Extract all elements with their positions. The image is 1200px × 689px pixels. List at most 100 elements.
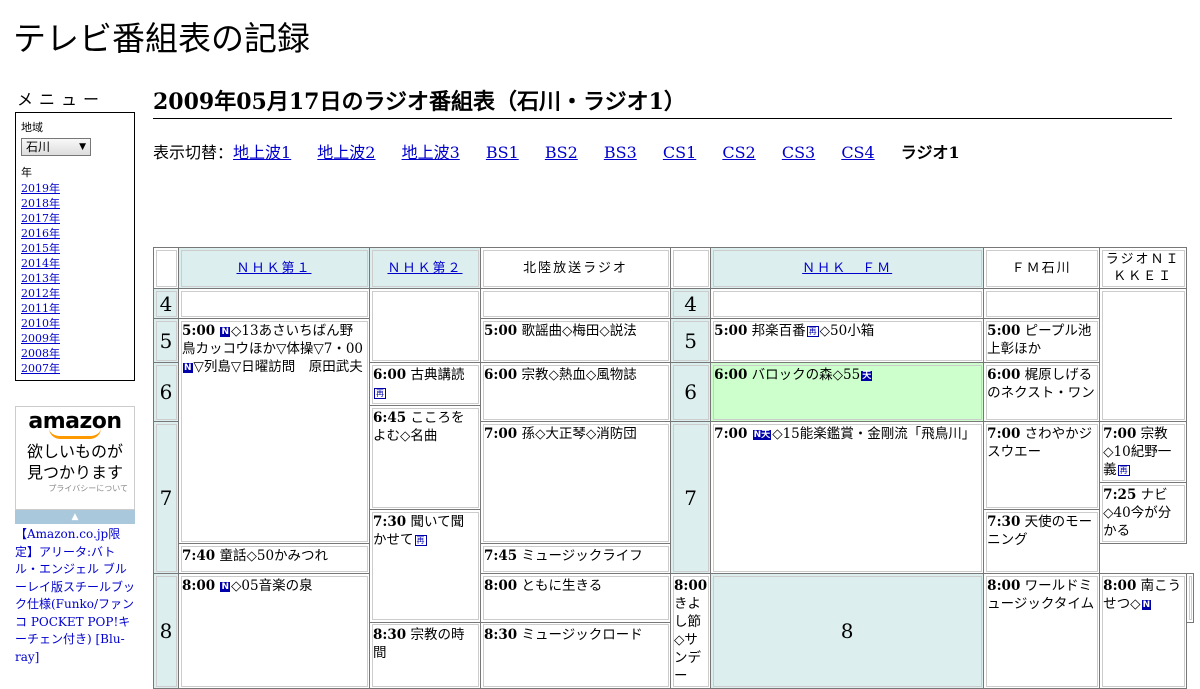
ad-product-link[interactable]: 【Amazon.co.jp限定】アリータ:バトル・エンジェル ブルーレイ版スチー… — [15, 526, 135, 666]
region-label: 地域 — [21, 121, 43, 134]
hour-cell-7: 7 — [153, 421, 179, 574]
ad-collapse-bar[interactable]: ▲ — [15, 510, 135, 524]
program-title: ミュージックロード — [521, 626, 643, 643]
program-cell[interactable]: 5:00 ピープル池上彰ほか — [983, 318, 1101, 363]
ad-tagline-1: 欲しいものが — [26, 442, 123, 461]
amazon-banner[interactable]: amazon 欲しいものが 見つかります プライバシーについて — [15, 406, 135, 510]
hour-cell-6: 6 — [153, 362, 179, 422]
year-list: 2019年 2018年 2017年 2016年 2015年 2014年 2013… — [21, 181, 134, 376]
channel-header-nhk2: ＮＨＫ第２ — [369, 247, 481, 289]
program-time: 6:00 — [484, 367, 518, 383]
program-title: ◇15能楽鑑賞・金剛流「飛鳥川」 — [772, 426, 976, 442]
program-cell[interactable]: 7:30 聞いて聞かせて再 — [369, 509, 481, 623]
year-link-2013[interactable]: 2013年 — [21, 271, 134, 286]
program-cell[interactable]: 7:25 ナビ◇40今が分かる — [1099, 482, 1188, 544]
switch-link-terrestrial-2[interactable]: 地上波2 — [317, 143, 375, 162]
switch-link-cs2[interactable]: CS2 — [722, 143, 755, 162]
rerun-icon: 再 — [806, 326, 819, 337]
program-time: 5:00 — [484, 323, 518, 339]
year-link-2017[interactable]: 2017年 — [21, 211, 134, 226]
hour-cell-5-right: 5 — [669, 318, 712, 363]
channel-link-nhk1[interactable]: ＮＨＫ第１ — [236, 261, 311, 276]
switch-link-bs2[interactable]: BS2 — [545, 143, 578, 162]
program-cell[interactable]: 6:00 宗教◇熱血◇風物誌 — [480, 362, 671, 422]
program-title: ともに生きる — [521, 578, 603, 594]
program-time: 8:00 — [1103, 578, 1137, 594]
program-title: 邦楽百番 — [751, 323, 806, 339]
program-cell-empty — [1186, 573, 1195, 623]
program-time: 6:00 — [373, 367, 407, 383]
sidebar: メニュー 地域 石川 ▼ 年 2019年 2018年 2017年 2016年 2… — [15, 86, 135, 381]
program-cell[interactable]: 8:00 南こうせつ◇ N — [1099, 573, 1188, 689]
ad-privacy-link[interactable]: プライバシーについて — [16, 483, 134, 494]
program-cell[interactable]: 8:00 きよし節◇サンデー — [669, 573, 712, 689]
news-icon: N — [183, 363, 193, 373]
program-time: 7:00 — [714, 426, 748, 442]
program-cell[interactable]: 5:00 N ◇13あさいちばん野鳥カッコウほか▽体操▽7・00N ▽列島▽日曜訪問… — [178, 318, 370, 544]
program-cell-current[interactable]: 6:00 バロックの森◇55 天 — [710, 362, 985, 422]
program-time: 7:30 — [373, 514, 407, 530]
program-grid: ＮＨＫ第１ ＮＨＫ第２ 北陸放送ラジオ ＮＨＫ ＦＭ ＦＭ石川 ラジオＮＩＫＫＥ… — [153, 247, 1195, 689]
program-title: ◇50小箱 — [819, 323, 875, 339]
amazon-logo: amazon — [28, 409, 122, 434]
program-cell[interactable]: 7:00 さわやかジスウエー — [983, 421, 1101, 510]
year-link-2016[interactable]: 2016年 — [21, 226, 134, 241]
corner-cell-2 — [669, 247, 712, 289]
program-cell[interactable]: 7:00 宗教◇10紀野一義再 — [1099, 421, 1188, 483]
menu-title: メニュー — [17, 90, 106, 109]
program-title: 歌謡曲◇梅田◇説法 — [521, 323, 637, 339]
year-link-2008[interactable]: 2008年 — [21, 346, 134, 361]
switch-label: 表示切替： — [153, 143, 234, 162]
year-link-2012[interactable]: 2012年 — [21, 286, 134, 301]
news-icon: N — [220, 327, 231, 337]
program-cell[interactable]: 6:00 古典講読再 — [369, 362, 481, 406]
year-link-2009[interactable]: 2009年 — [21, 331, 134, 346]
program-cell[interactable]: 7:45 ミュージックライフ — [480, 543, 671, 574]
switch-link-bs1[interactable]: BS1 — [486, 143, 519, 162]
year-link-2011[interactable]: 2011年 — [21, 301, 134, 316]
program-cell[interactable]: 7:00 N天 ◇15能楽鑑賞・金剛流「飛鳥川」 — [710, 421, 985, 574]
program-cell[interactable]: 5:00 邦楽百番再 ◇50小箱 — [710, 318, 985, 363]
year-link-2015[interactable]: 2015年 — [21, 241, 134, 256]
program-time: 8:00 — [182, 578, 216, 594]
rerun-icon: 再 — [374, 388, 386, 399]
switch-link-bs3[interactable]: BS3 — [604, 143, 637, 162]
program-cell[interactable]: 6:45 こころをよむ◇名曲 — [369, 405, 481, 510]
switch-link-terrestrial-3[interactable]: 地上波3 — [402, 143, 460, 162]
program-cell[interactable]: 8:30 宗教の時間 — [369, 621, 481, 689]
channel-link-nhk2[interactable]: ＮＨＫ第２ — [387, 261, 462, 276]
program-time: 5:00 — [987, 323, 1021, 339]
channel-header-mro: 北陸放送ラジオ — [480, 247, 671, 289]
program-time: 8:00 — [484, 578, 518, 594]
channel-header-nhk1: ＮＨＫ第１ — [178, 247, 370, 289]
program-time: 7:00 — [987, 426, 1021, 442]
program-cell[interactable]: 8:00 ワールドミュージックタイム — [983, 573, 1101, 689]
program-cell[interactable]: 7:30 天使のモーニング — [983, 509, 1101, 574]
program-cell[interactable]: 7:40 童話◇50かみつれ — [178, 543, 370, 574]
ad-tagline-2: 見つかります — [26, 463, 123, 482]
program-time: 7:45 — [484, 548, 518, 564]
news-icon: N — [1141, 600, 1152, 610]
hour-cell-8: 8 — [153, 573, 179, 689]
year-link-2018[interactable]: 2018年 — [21, 196, 134, 211]
year-link-2019[interactable]: 2019年 — [21, 181, 134, 196]
program-cell[interactable]: 6:00 梶原しげるのネクスト・ワン — [983, 362, 1101, 422]
switch-link-cs4[interactable]: CS4 — [841, 143, 874, 162]
program-cell[interactable]: 5:00 歌謡曲◇梅田◇説法 — [480, 318, 671, 363]
view-switcher: 表示切替：地上波1 地上波2 地上波3 BS1 BS2 BS3 CS1 CS2 … — [153, 139, 1172, 163]
program-cell[interactable]: 8:30 ミュージックロード — [480, 621, 671, 689]
year-link-2010[interactable]: 2010年 — [21, 316, 134, 331]
program-cell[interactable]: 8:00 ともに生きる — [480, 573, 671, 623]
switch-link-cs3[interactable]: CS3 — [782, 143, 815, 162]
menu-box: 地域 石川 ▼ 年 2019年 2018年 2017年 2016年 2015年 … — [15, 112, 135, 381]
program-cell[interactable]: 8:00 N ◇05音楽の泉 — [178, 573, 370, 689]
year-link-2014[interactable]: 2014年 — [21, 256, 134, 271]
channel-link-nhkfm[interactable]: ＮＨＫ ＦＭ — [802, 261, 892, 276]
program-cell[interactable]: 7:00 孫◇大正琴◇消防団 — [480, 421, 671, 544]
rerun-icon: 再 — [414, 535, 427, 546]
region-select[interactable]: 石川 ▼ — [21, 138, 91, 156]
year-link-2007[interactable]: 2007年 — [21, 361, 134, 376]
switch-link-cs1[interactable]: CS1 — [663, 143, 696, 162]
switch-link-terrestrial-1[interactable]: 地上波1 — [233, 143, 291, 162]
hour-cell-6-right: 6 — [669, 362, 712, 422]
